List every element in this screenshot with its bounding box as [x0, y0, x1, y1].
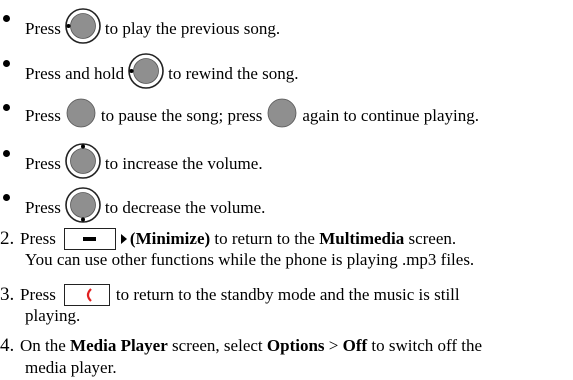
- bullet-text-pre: Press: [25, 153, 61, 173]
- pad-left-icon: [65, 8, 101, 49]
- pad-center-icon: [266, 97, 298, 134]
- step-text-bold: Options: [266, 336, 325, 355]
- step-text-post: to return to the standby mode and the mu…: [115, 285, 460, 304]
- bullet-volume-down: Press to decrease the volume.: [0, 187, 265, 228]
- step-number: 2.: [0, 228, 15, 249]
- step-text-pre: Press: [20, 285, 56, 304]
- bullet-dot: [3, 60, 10, 67]
- step-text-bold: Media Player: [70, 336, 168, 355]
- bullet-text-pre: Press: [25, 18, 61, 38]
- step-text-pre: On the: [20, 336, 66, 355]
- bullet-text-post: to rewind the song.: [168, 63, 299, 83]
- bullet-volume-up: Press to increase the volume.: [0, 143, 263, 184]
- step-2-line-2: You can use other functions while the ph…: [25, 250, 474, 270]
- bullet-rewind: Press and hold to rewind the song.: [0, 53, 299, 94]
- step-text-mid: to return to the: [214, 229, 315, 248]
- step-text-bold: Multimedia: [319, 229, 405, 248]
- step-number: 4.: [0, 335, 15, 356]
- pad-left-icon: [128, 53, 164, 94]
- step-text-separator: >: [328, 336, 339, 355]
- step-text-bold: (Minimize): [129, 229, 211, 248]
- bullet-text-pre: Press: [25, 197, 61, 217]
- bullet-pause: Press to pause the song; press again to …: [0, 97, 479, 134]
- bullet-text-pre: Press: [25, 105, 61, 125]
- manual-page: Press to play the previous song. Press a…: [0, 0, 573, 380]
- bullet-dot: [3, 194, 10, 201]
- step-text-mid: screen, select: [172, 336, 263, 355]
- pad-down-icon: [65, 187, 101, 228]
- step-4-line-2: media player.: [25, 358, 117, 378]
- step-3-line-2: playing.: [25, 306, 80, 326]
- pad-center-icon: [65, 97, 97, 134]
- step-text-continued: playing.: [25, 306, 81, 325]
- step-text-pre: Press: [20, 229, 56, 248]
- bullet-dot: [3, 104, 10, 111]
- bullet-text-post: to increase the volume.: [104, 153, 263, 173]
- step-text-post: to switch off the: [371, 336, 483, 355]
- bullet-text-post: again to continue playing.: [302, 105, 479, 125]
- bullet-previous-song: Press to play the previous song.: [0, 8, 280, 49]
- step-text-bold: Off: [342, 336, 368, 355]
- bullet-text-pre: Press and hold: [25, 63, 125, 83]
- step-text-post: screen.: [408, 229, 457, 248]
- bullet-text-post: to play the previous song.: [104, 18, 281, 38]
- bullet-dot: [3, 150, 10, 157]
- bullet-text-post: to decrease the volume.: [104, 197, 266, 217]
- step-text-continued: media player.: [25, 358, 117, 377]
- step-2-line-1: 2. Press (Minimize) to return to the Mul…: [0, 228, 456, 250]
- bullet-dot: [3, 15, 10, 22]
- bullet-text-mid: to pause the song; press: [100, 105, 263, 125]
- minimize-key-icon: [63, 228, 127, 250]
- step-3-line-1: 3. Press to return to the standby mode a…: [0, 284, 460, 306]
- step-text-continued: You can use other functions while the ph…: [25, 250, 475, 269]
- end-call-key-icon: [63, 284, 110, 306]
- step-4-line-1: 4. On the Media Player screen, select Op…: [0, 336, 482, 356]
- step-number: 3.: [0, 284, 15, 305]
- pad-up-icon: [65, 143, 101, 184]
